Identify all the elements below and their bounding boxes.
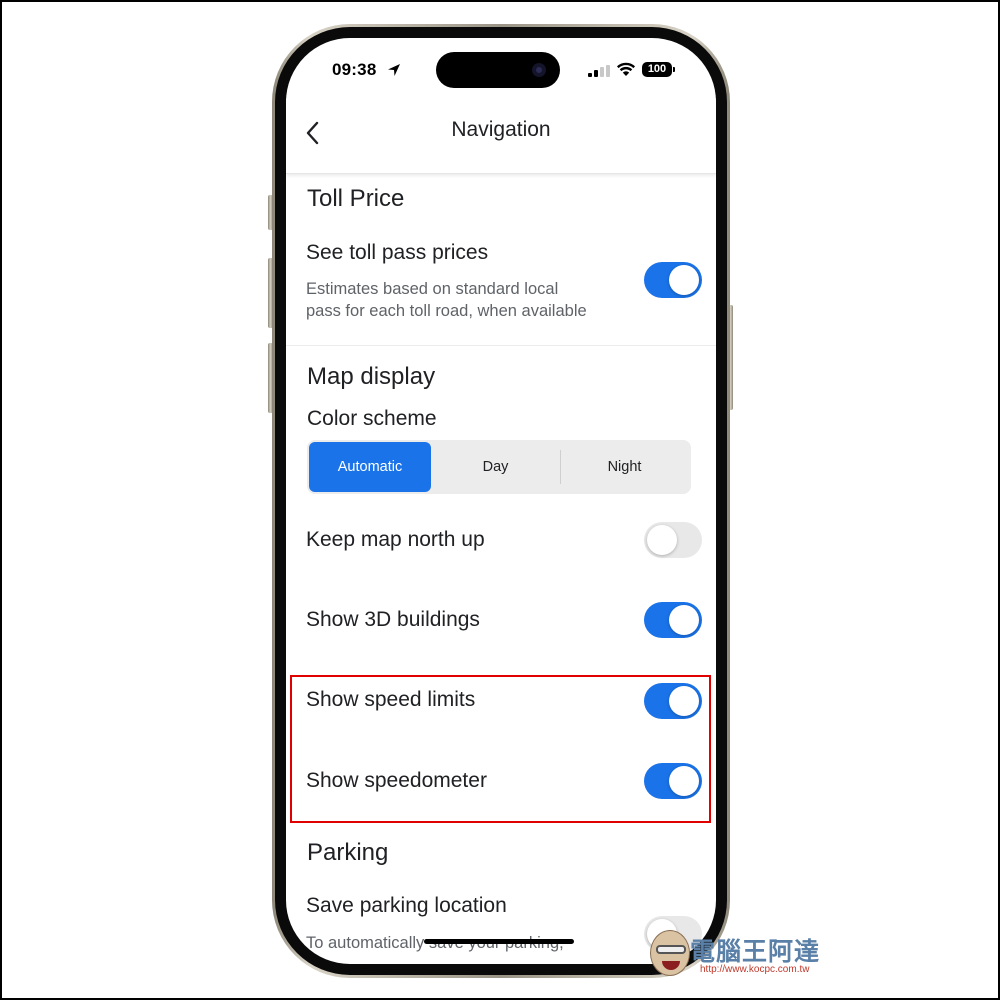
watermark-title: 電腦王阿達: [690, 937, 821, 966]
phone-screen: 09:38 100 Navigation Toll Price See toll…: [286, 38, 716, 964]
save-parking-label: Save parking location: [306, 894, 507, 917]
location-arrow-icon: [388, 64, 400, 76]
color-scheme-option-day[interactable]: Day: [431, 442, 560, 492]
toggle-knob: [669, 686, 699, 716]
status-bar: 09:38 100: [286, 38, 716, 98]
toggle-knob: [669, 766, 699, 796]
app-header: Navigation: [286, 98, 716, 174]
show-speedometer-toggle[interactable]: [644, 763, 702, 799]
watermark-url: http://www.kocpc.com.tw: [700, 964, 810, 975]
phone-frame: 09:38 100 Navigation Toll Price See toll…: [272, 24, 730, 978]
see-toll-label: See toll pass prices: [306, 241, 489, 264]
see-toll-subtitle-1: Estimates based on standard local: [306, 280, 559, 298]
section-title-parking: Parking: [307, 839, 389, 866]
watermark: 電腦王阿達 http://www.kocpc.com.tw: [650, 922, 830, 982]
color-scheme-selector: Automatic Day Night: [307, 440, 691, 494]
section-divider: [286, 345, 716, 346]
toggle-knob: [669, 605, 699, 635]
keep-north-up-toggle[interactable]: [644, 522, 702, 558]
wifi-icon: [616, 62, 636, 76]
toggle-knob: [669, 265, 699, 295]
see-toll-subtitle-2: pass for each toll road, when available: [306, 302, 587, 320]
color-scheme-option-night[interactable]: Night: [560, 442, 689, 492]
section-title-toll-price: Toll Price: [307, 185, 405, 212]
show-speed-limits-toggle[interactable]: [644, 683, 702, 719]
show-3d-buildings-label: Show 3D buildings: [306, 608, 480, 631]
see-toll-toggle[interactable]: [644, 262, 702, 298]
camera-icon: [532, 63, 546, 77]
status-time: 09:38: [332, 60, 377, 79]
signal-icon: [588, 65, 610, 77]
home-indicator[interactable]: [424, 939, 574, 944]
watermark-mascot-icon: [650, 930, 690, 976]
page-title: Navigation: [451, 118, 551, 141]
show-speedometer-label: Show speedometer: [306, 769, 487, 792]
color-scheme-option-automatic[interactable]: Automatic: [309, 442, 431, 492]
show-3d-buildings-toggle[interactable]: [644, 602, 702, 638]
section-title-map-display: Map display: [307, 363, 436, 390]
phone-bezel: 09:38 100 Navigation Toll Price See toll…: [275, 27, 727, 975]
show-speed-limits-label: Show speed limits: [306, 688, 476, 711]
keep-north-up-label: Keep map north up: [306, 528, 485, 551]
toggle-knob: [647, 525, 677, 555]
dynamic-island: [436, 52, 560, 88]
battery-icon: 100: [642, 62, 675, 77]
color-scheme-label: Color scheme: [307, 407, 437, 430]
